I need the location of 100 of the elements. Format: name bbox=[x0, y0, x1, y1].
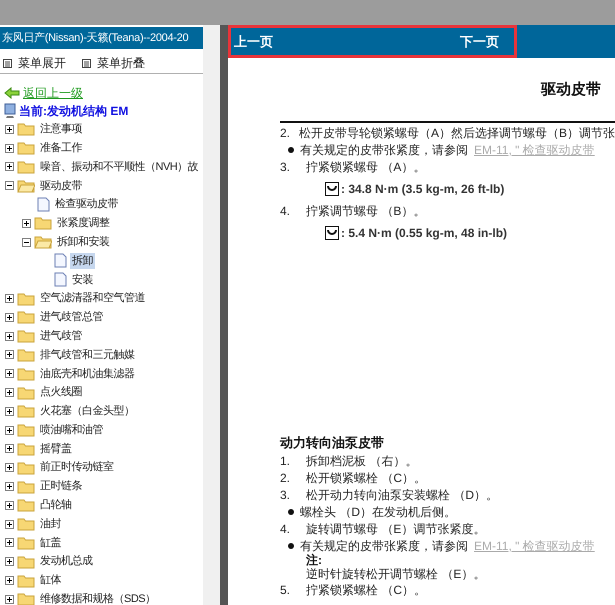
step-number: 3. bbox=[280, 158, 292, 176]
folder-icon bbox=[17, 536, 35, 550]
plus-icon bbox=[6, 426, 13, 434]
expand-toggle[interactable] bbox=[5, 444, 14, 454]
plus-icon bbox=[6, 464, 13, 472]
folder-icon bbox=[17, 554, 35, 569]
step-number: 5. bbox=[280, 582, 292, 598]
plus-icon bbox=[6, 370, 13, 378]
expand-toggle[interactable] bbox=[5, 369, 14, 378]
expand-toggle[interactable] bbox=[5, 520, 14, 529]
tree-item[interactable]: 注意事项 bbox=[38, 121, 84, 138]
expand-toggle[interactable] bbox=[5, 500, 14, 510]
expand-toggle[interactable] bbox=[5, 538, 14, 548]
folder-icon bbox=[34, 216, 52, 230]
step-number: 4. bbox=[280, 202, 292, 220]
document-title: 驱动皮带 bbox=[541, 80, 601, 99]
tree-item[interactable]: 准备工作 bbox=[38, 140, 84, 156]
expand-toggle[interactable] bbox=[5, 162, 14, 172]
step-number: 4. bbox=[280, 520, 292, 538]
expand-toggle[interactable] bbox=[5, 594, 14, 604]
tree-item[interactable]: 喷油嘴和油管 bbox=[38, 422, 105, 438]
step-text: 旋转调节螺母 （E）调节张紧度。 bbox=[306, 520, 486, 538]
folder-icon bbox=[17, 442, 35, 456]
tree-item[interactable]: 缸体 bbox=[38, 572, 63, 589]
folder-icon bbox=[17, 592, 35, 605]
tree-item[interactable]: 进气歧管 bbox=[38, 328, 84, 344]
plus-icon bbox=[6, 408, 13, 415]
note-text: 逆时针旋转松开调节螺栓 （E）。 bbox=[305, 567, 486, 581]
tree-item[interactable]: 火花塞（白金头型） bbox=[38, 403, 136, 420]
computer-icon bbox=[4, 103, 16, 119]
plus-icon bbox=[6, 144, 13, 152]
tree-item[interactable]: 油底壳和机油集滤器 bbox=[38, 366, 136, 382]
tree-item[interactable]: 噪音、振动和不平顺性（NVH）故 bbox=[38, 158, 200, 176]
expand-toggle[interactable] bbox=[5, 426, 14, 435]
tree-item[interactable]: 拆卸和安装 bbox=[55, 234, 112, 250]
tree-item[interactable]: 油封 bbox=[38, 516, 63, 532]
expand-toggle[interactable] bbox=[5, 576, 14, 586]
next-page-button[interactable]: 下一页 bbox=[460, 32, 499, 52]
expand-toggle[interactable] bbox=[5, 350, 14, 360]
folder-icon bbox=[17, 122, 35, 136]
back-link[interactable]: 返回上一级 bbox=[23, 84, 83, 102]
expand-toggle[interactable] bbox=[5, 124, 14, 134]
tree-item[interactable]: 排气歧管和三元触媒 bbox=[38, 346, 136, 364]
expand-toggle[interactable] bbox=[5, 482, 14, 492]
plus-icon bbox=[6, 332, 13, 340]
bullet-text: 有关规定的皮带张紧度，请参阅 bbox=[300, 142, 468, 158]
plus-icon bbox=[6, 502, 13, 509]
torque-icon bbox=[325, 182, 339, 196]
expand-toggle[interactable] bbox=[5, 406, 14, 416]
step-text: 拧紧调节螺母 （B）。 bbox=[306, 202, 426, 220]
step-text: 松开锁紧螺栓 （C）。 bbox=[306, 470, 426, 486]
tree-item[interactable]: 驱动皮带 bbox=[38, 178, 84, 194]
tree-item[interactable]: 正时链条 bbox=[38, 478, 84, 495]
bullet-text: 有关规定的皮带张紧度，请参阅 bbox=[300, 538, 468, 554]
folder-icon bbox=[17, 141, 35, 156]
folder-icon bbox=[17, 386, 35, 400]
back-arrow-icon bbox=[4, 87, 20, 99]
expand-toggle[interactable] bbox=[5, 463, 14, 472]
folder-icon bbox=[17, 329, 35, 344]
tree-item[interactable]: 拆卸 bbox=[70, 252, 95, 270]
window-title: 东风日产(Nissan)-天籁(Teana)--2004-20 bbox=[0, 27, 203, 49]
plus-icon bbox=[6, 163, 13, 170]
folder-icon bbox=[17, 366, 35, 381]
plus-icon bbox=[23, 220, 30, 227]
tree-item[interactable]: 进气歧管总管 bbox=[38, 309, 105, 326]
plus-icon bbox=[6, 539, 13, 546]
expand-toggle[interactable] bbox=[22, 218, 31, 228]
folder-icon bbox=[17, 517, 35, 532]
tree-item[interactable]: 前正时传动链室 bbox=[38, 459, 116, 476]
tree-item[interactable]: 维修数据和规格（SDS） bbox=[38, 591, 158, 605]
previous-page-button[interactable]: 上一页 bbox=[234, 32, 273, 52]
tree-item[interactable]: 安装 bbox=[70, 272, 95, 288]
step-number: 3. bbox=[280, 486, 292, 504]
tree-item[interactable]: 发动机总成 bbox=[38, 553, 94, 570]
tree-item[interactable]: 空气滤清器和空气管道 bbox=[38, 290, 147, 307]
tree-item[interactable]: 摇臂盖 bbox=[38, 440, 74, 458]
expand-toggle[interactable] bbox=[5, 294, 14, 304]
collapse-toggle[interactable] bbox=[22, 238, 31, 247]
plus-icon bbox=[6, 558, 13, 566]
tree-item[interactable]: 检查驱动皮带 bbox=[53, 196, 120, 213]
step-text: 松开皮带导轮锁紧螺母（A）然后选择调节螺母（B）调节张 bbox=[298, 124, 615, 142]
folder-icon bbox=[17, 310, 35, 324]
expand-toggle[interactable] bbox=[5, 144, 14, 153]
tree-item[interactable]: 缸盖 bbox=[38, 534, 63, 552]
collapse-toggle[interactable] bbox=[5, 181, 14, 190]
expand-toggle[interactable] bbox=[5, 332, 14, 341]
folder-icon bbox=[17, 480, 35, 494]
tree-item[interactable]: 张紧度调整 bbox=[55, 215, 112, 232]
expand-toggle[interactable] bbox=[5, 312, 14, 322]
menu-toggle-button[interactable]: 菜单展开 bbox=[3, 54, 66, 72]
torque-icon bbox=[325, 226, 339, 240]
tree-item[interactable]: 点火线圈 bbox=[38, 384, 84, 401]
step-text: 拧紧锁紧螺母 （A）。 bbox=[306, 158, 426, 176]
open-folder-icon bbox=[34, 235, 52, 250]
menu-toggle-button[interactable]: 菜单折叠 bbox=[82, 54, 145, 72]
torque-value: : 5.4 N·m (0.55 kg-m, 48 in-lb) bbox=[341, 224, 508, 242]
step-text: 松开动力转向油泵安装螺栓 （D）。 bbox=[306, 486, 498, 504]
tree-item[interactable]: 凸轮轴 bbox=[38, 497, 74, 514]
expand-toggle[interactable] bbox=[5, 388, 14, 398]
expand-toggle[interactable] bbox=[5, 557, 14, 566]
